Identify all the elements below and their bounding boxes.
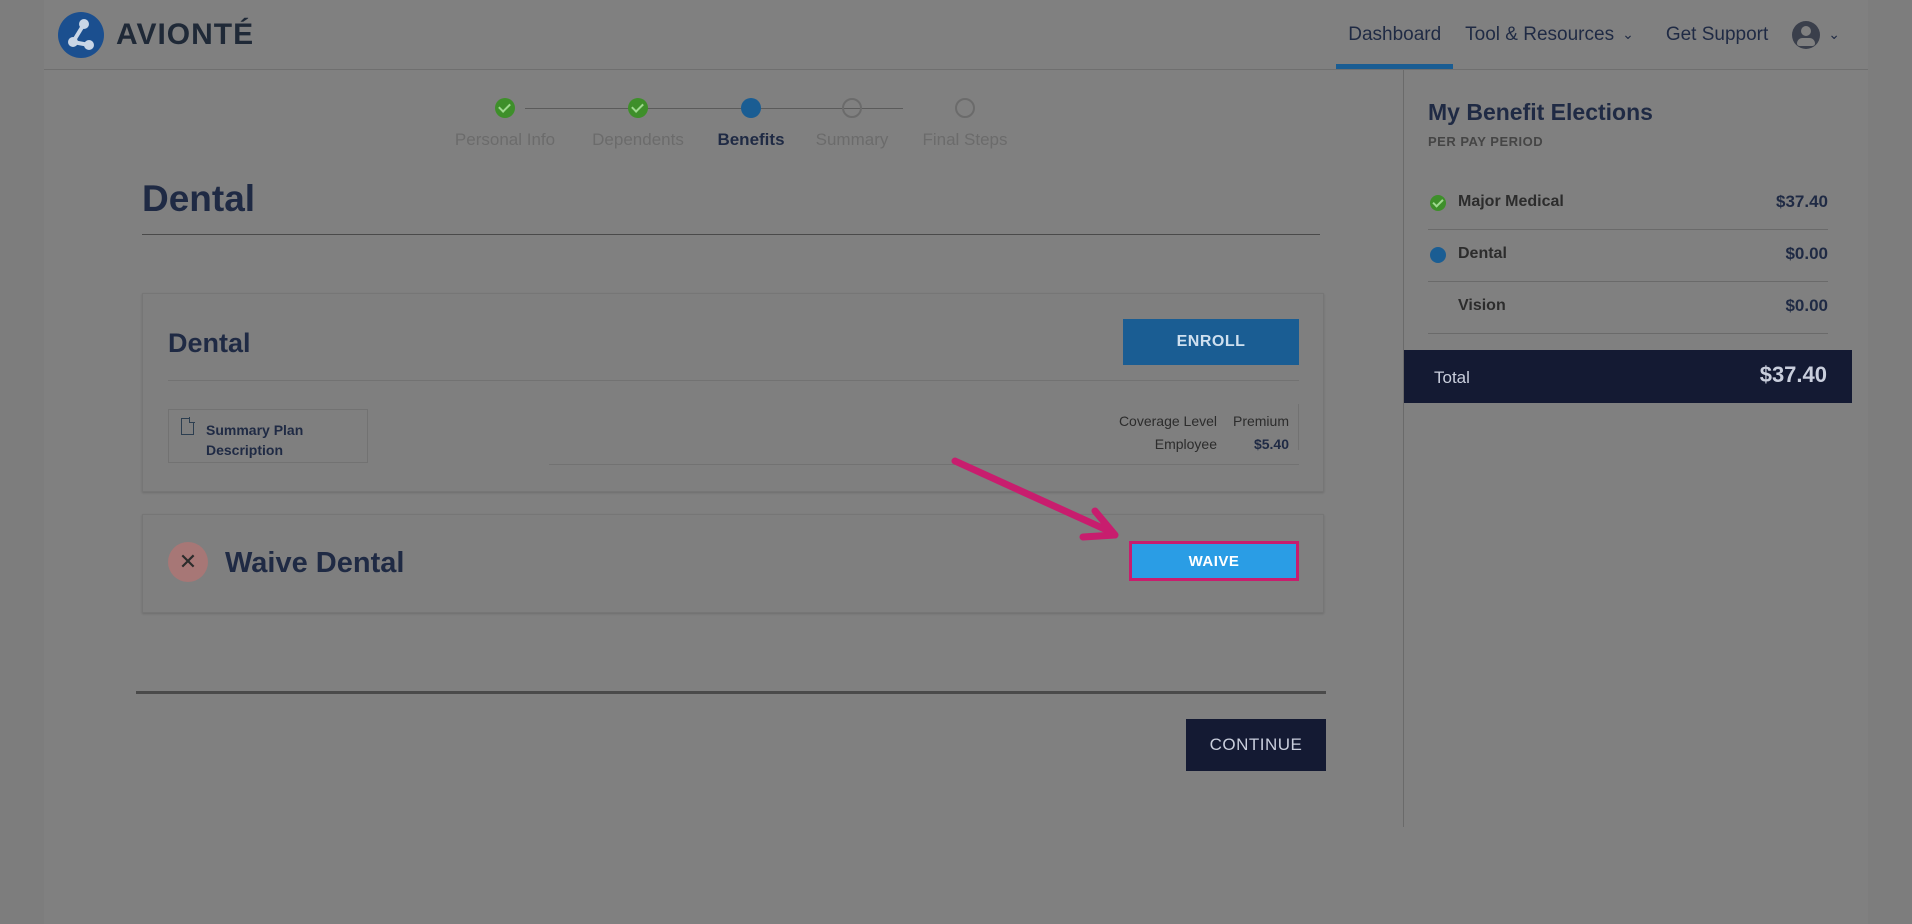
step-label: Dependents xyxy=(592,130,684,149)
avionte-logo-icon xyxy=(58,12,104,58)
current-step-icon xyxy=(741,98,761,118)
election-name: Vision xyxy=(1458,297,1506,314)
brand-name: AVIONTÉ xyxy=(116,18,255,51)
sidebar-divider xyxy=(1403,70,1404,827)
sidebar-subtitle: PER PAY PERIOD xyxy=(1428,134,1544,149)
page: AVIONTÉ Dashboard Tool & Resources ⌄ Get… xyxy=(0,0,1912,924)
annotation-arrow-icon xyxy=(951,457,1119,541)
chevron-down-icon: ⌄ xyxy=(1828,26,1840,42)
doc-label: Summary Plan Description xyxy=(206,420,303,460)
election-amount: $0.00 xyxy=(1785,296,1828,315)
main-nav: Dashboard Tool & Resources ⌄ Get Support… xyxy=(1336,0,1868,69)
coverage-table: Coverage Level Employee Premium $5.40 xyxy=(549,404,1299,465)
chevron-down-icon: ⌄ xyxy=(1622,26,1634,42)
user-avatar-icon xyxy=(1792,20,1821,49)
total-label: Total xyxy=(1434,368,1470,387)
coverage-level-header: Coverage Level xyxy=(1118,413,1217,429)
doc-label-line2: Description xyxy=(206,442,284,458)
current-dot-icon xyxy=(1430,247,1446,263)
check-icon xyxy=(1430,195,1446,211)
coverage-level-column: Coverage Level Employee xyxy=(1119,410,1217,456)
check-icon xyxy=(628,98,648,118)
election-row-major-medical: Major Medical $37.40 xyxy=(1428,178,1828,230)
step-label: Final Steps xyxy=(922,130,1008,149)
close-icon: ✕ xyxy=(168,542,208,582)
premium-column: Premium $5.40 xyxy=(1233,410,1289,456)
title-divider xyxy=(142,234,1320,235)
nav-dashboard[interactable]: Dashboard xyxy=(1336,0,1454,69)
election-name: Dental xyxy=(1458,245,1507,262)
step-label: Summary xyxy=(815,130,889,149)
card-divider xyxy=(168,380,1299,381)
table-border xyxy=(1298,404,1299,450)
waive-title: Waive Dental xyxy=(225,547,405,579)
election-amount: $0.00 xyxy=(1785,244,1828,263)
total-amount: $37.40 xyxy=(1759,362,1827,387)
total-bar: Total $37.40 xyxy=(1404,350,1852,403)
election-row-dental: Dental $0.00 xyxy=(1428,230,1828,282)
nav-tools-label: Tool & Resources xyxy=(1465,23,1615,45)
continue-button[interactable]: CONTINUE xyxy=(1186,719,1326,771)
nav-tools-resources[interactable]: Tool & Resources ⌄ xyxy=(1453,0,1646,69)
waive-dental-card: ✕ Waive Dental WAIVE xyxy=(142,514,1324,613)
nav-dashboard-label: Dashboard xyxy=(1348,23,1442,45)
premium-header: Premium xyxy=(1232,413,1289,429)
sidebar-title: My Benefit Elections xyxy=(1428,99,1653,125)
doc-label-line1: Summary Plan xyxy=(206,422,304,438)
step-dependents[interactable]: Dependents xyxy=(578,98,698,150)
nav-support-label: Get Support xyxy=(1665,23,1769,45)
step-personal-info[interactable]: Personal Info xyxy=(445,98,565,150)
plan-title: Dental xyxy=(168,328,251,358)
election-name: Major Medical xyxy=(1458,193,1564,210)
step-summary[interactable]: Summary xyxy=(792,98,912,150)
summary-plan-description-link[interactable]: Summary Plan Description xyxy=(168,409,368,463)
empty-circle-icon xyxy=(842,98,862,118)
brand-logo[interactable]: AVIONTÉ xyxy=(58,12,254,58)
enrollment-stepper: Personal Info Dependents Benefits Summar… xyxy=(450,98,1030,158)
check-icon xyxy=(495,98,515,118)
document-icon xyxy=(181,417,195,435)
user-menu[interactable]: ⌄ xyxy=(1780,0,1868,69)
coverage-level-value: Employee xyxy=(1154,436,1217,452)
enroll-button[interactable]: ENROLL xyxy=(1123,319,1299,365)
nav-get-support[interactable]: Get Support xyxy=(1646,0,1780,69)
premium-value: $5.40 xyxy=(1253,436,1289,452)
dental-plan-card: Dental ENROLL Summary Plan Description C… xyxy=(142,293,1324,492)
step-label: Personal Info xyxy=(454,130,556,149)
election-row-vision: Vision $0.00 xyxy=(1428,282,1828,334)
step-final-steps[interactable]: Final Steps xyxy=(905,98,1025,150)
page-title: Dental xyxy=(142,178,256,219)
waive-button[interactable]: WAIVE xyxy=(1129,541,1299,581)
top-header: AVIONTÉ Dashboard Tool & Resources ⌄ Get… xyxy=(44,0,1868,70)
election-amount: $37.40 xyxy=(1776,192,1828,211)
empty-circle-icon xyxy=(955,98,975,118)
bottom-divider xyxy=(136,691,1326,694)
